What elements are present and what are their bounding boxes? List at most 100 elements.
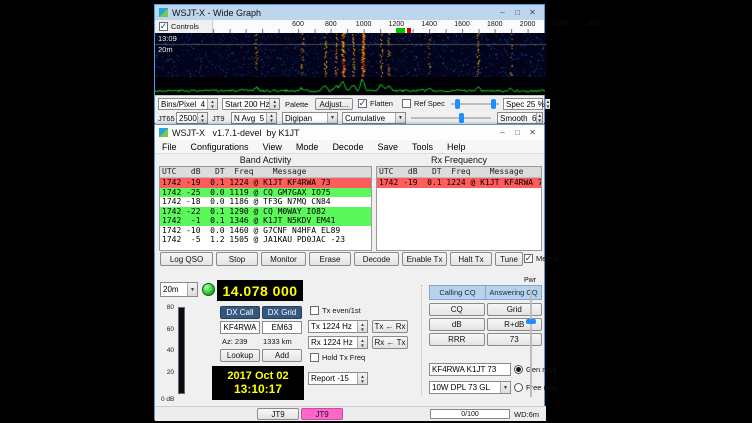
gen-msg-input[interactable]: KF4RWA K1JT 73 <box>429 363 511 376</box>
tune-button[interactable]: Tune <box>495 252 523 266</box>
jt65-jt9-split-spinner[interactable]: 2500 ▲▼ <box>176 112 208 124</box>
pwr-slider[interactable]: Pwr <box>521 277 543 403</box>
jt9-label: JT9 <box>212 114 225 123</box>
menu-configurations[interactable]: Configurations <box>184 142 256 152</box>
spin-down-icon[interactable]: ▼ <box>546 104 550 109</box>
decode-row[interactable]: 1742 -18 0.0 1186 @ TF3G N7MQ CN84 <box>160 197 371 207</box>
panel-splitter[interactable] <box>421 285 422 395</box>
maximize-icon[interactable]: □ <box>510 6 525 19</box>
band-activity-list[interactable]: 1742 -19 0.1 1224 @ K1JT KF4RWA 731742 -… <box>160 178 371 245</box>
rx-frequency-spinner[interactable]: Rx 1224 Hz ▲▼ <box>308 336 368 349</box>
mode-button[interactable]: JT9 <box>257 408 299 420</box>
monitor-button[interactable]: Monitor <box>261 252 306 266</box>
spectrum-display[interactable] <box>155 77 546 95</box>
menu-decode[interactable]: Decode <box>325 142 370 152</box>
spectrum-gain-slider[interactable] <box>411 112 491 124</box>
pwr-slider-handle[interactable] <box>526 319 536 324</box>
spinner-arrows: ▲▼ <box>536 113 542 123</box>
add-button[interactable]: Add <box>262 349 302 362</box>
decode-row[interactable]: 1742 -25 0.0 1119 @ CQ GM7GAX IO75 <box>160 188 371 198</box>
menu-mode[interactable]: Mode <box>289 142 326 152</box>
msg-rrr-button[interactable]: RRR <box>429 333 485 346</box>
free-msg-combo[interactable]: 10W DPL 73 GL ▼ <box>429 381 511 394</box>
enable-tx-button[interactable]: Enable Tx <box>402 252 447 266</box>
spin-down-icon[interactable]: ▼ <box>210 104 214 109</box>
maximize-icon[interactable]: □ <box>510 126 525 139</box>
smooth-spinner[interactable]: Smooth 6 ▲▼ <box>497 112 543 124</box>
ref-spec-checkbox[interactable]: Ref Spec <box>402 99 445 108</box>
waterfall[interactable] <box>155 33 546 77</box>
decode-row[interactable]: 1742 -10 0.0 1460 @ G7CNF N4HFA EL89 <box>160 226 371 236</box>
rx-frequency-value: Rx 1224 Hz <box>311 338 353 347</box>
menu-view[interactable]: View <box>256 142 289 152</box>
lookup-button[interactable]: Lookup <box>220 349 260 362</box>
spin-down-icon[interactable]: ▼ <box>360 379 364 384</box>
decode-row[interactable]: 1742 -19 0.1 1224 @ K1JT KF4RWA 73 <box>377 178 541 188</box>
menu-file[interactable]: File <box>155 142 184 152</box>
checkbox-box <box>402 99 411 108</box>
close-icon[interactable]: ✕ <box>525 6 540 19</box>
decode-button[interactable]: Decode <box>354 252 399 266</box>
tab-calling-cq[interactable]: Calling CQ <box>430 286 485 299</box>
spin-down-icon[interactable]: ▼ <box>273 104 277 109</box>
wide-graph-titlebar[interactable]: WSJT-X - Wide Graph – □ ✕ <box>155 5 544 20</box>
spin-down-icon[interactable]: ▼ <box>269 118 273 123</box>
spec-percent-spinner[interactable]: Spec 25 % ▲▼ <box>503 98 543 110</box>
decode-row[interactable]: 1742 -1 0.1 1346 @ K1JT N5KDV EM41 <box>160 216 371 226</box>
adjust-palette-button[interactable]: Adjust... <box>315 98 353 110</box>
meter-tick: 60 <box>162 326 174 333</box>
menu-save[interactable]: Save <box>370 142 405 152</box>
tx-even-checkbox[interactable]: Tx even/1st <box>310 306 361 315</box>
rx-from-tx-button[interactable]: Rx ← Tx <box>372 336 408 349</box>
flatten-checkbox[interactable]: ✓ Flatten <box>358 99 393 108</box>
dx-grid-input[interactable]: EM63 <box>262 321 302 334</box>
ruler-row: ✓ Controls 60080010001200140016001800200… <box>155 20 544 33</box>
stop-button[interactable]: Stop <box>216 252 258 266</box>
menu-help[interactable]: Help <box>440 142 473 152</box>
bins-per-pixel-spinner[interactable]: Bins/Pixel 4 ▲▼ <box>158 98 218 110</box>
spin-down-icon[interactable]: ▼ <box>538 118 542 123</box>
menu-tools[interactable]: Tools <box>405 142 440 152</box>
erase-button[interactable]: Erase <box>309 252 351 266</box>
flatten-label: Flatten <box>370 99 393 108</box>
tx-mode-badge[interactable]: JT9 <box>301 408 343 420</box>
decode-row[interactable]: 1742 -19 0.1 1224 @ K1JT KF4RWA 73 <box>160 178 371 188</box>
minimize-icon[interactable]: – <box>495 126 510 139</box>
tx-frequency-spinner[interactable]: Tx 1224 Hz ▲▼ <box>308 320 368 333</box>
msg-cq-button[interactable]: CQ <box>429 303 485 316</box>
spin-down-icon[interactable]: ▼ <box>360 327 364 332</box>
spin-down-icon[interactable]: ▼ <box>360 343 364 348</box>
main-titlebar[interactable]: WSJT-X v1.7.1-devel by K1JT – □ ✕ <box>155 125 544 141</box>
minimize-icon[interactable]: – <box>495 6 510 19</box>
tx-from-rx-button[interactable]: Tx ← Rx <box>372 320 408 333</box>
decode-row[interactable]: 1742 -22 0.1 1290 @ CQ M0WAY IO82 <box>160 207 371 217</box>
spectrum-mode-combo[interactable]: Cumulative ▼ <box>342 112 406 124</box>
n-avg-spinner[interactable]: N Avg 5 ▲▼ <box>231 112 277 124</box>
frequency-ruler[interactable]: 60080010001200140016001800200022002400 <box>212 20 544 33</box>
decode-row[interactable]: 1742 -5 1.2 1505 @ JA1KAU PD0JAC -23 <box>160 235 371 245</box>
halt-tx-button[interactable]: Halt Tx <box>450 252 492 266</box>
rx-frequency-panel: Rx Frequency UTC dB DT Freq Message 1742… <box>376 155 542 251</box>
bins-per-pixel-value: Bins/Pixel 4 <box>161 100 205 109</box>
dx-call-input[interactable]: KF4RWA <box>220 321 260 334</box>
hold-tx-freq-checkbox[interactable]: Hold Tx Freq <box>310 353 365 362</box>
spinner-arrows: ▲▼ <box>357 373 367 384</box>
checkbox-box: ✓ <box>358 99 367 108</box>
menus-checkbox[interactable]: ✓ Menus <box>524 254 559 263</box>
log-qso-button[interactable]: Log QSO <box>160 252 213 266</box>
controls-checkbox[interactable]: ✓ Controls <box>159 22 199 31</box>
palette-combo[interactable]: Digipan ▼ <box>282 112 338 124</box>
spin-down-icon[interactable]: ▼ <box>200 118 204 123</box>
meter-zero-label: 0 dB <box>161 396 174 403</box>
rx-frequency-list[interactable]: 1742 -19 0.1 1224 @ K1JT KF4RWA 73 <box>377 178 541 188</box>
waterfall-gain-zero-sliders[interactable] <box>451 98 499 110</box>
close-icon[interactable]: ✕ <box>525 126 540 139</box>
start-frequency-spinner[interactable]: Start 200 Hz ▲▼ <box>222 98 280 110</box>
msg-db-button[interactable]: dB <box>429 318 485 331</box>
band-combo[interactable]: 20m ▼ <box>160 282 198 297</box>
zero-slider-handle[interactable] <box>491 99 496 109</box>
checkbox-box <box>310 306 319 315</box>
gain-slider-handle[interactable] <box>455 99 460 109</box>
spectrum-gain-handle[interactable] <box>459 113 464 123</box>
report-spinner[interactable]: Report -15 ▲▼ <box>308 372 368 385</box>
